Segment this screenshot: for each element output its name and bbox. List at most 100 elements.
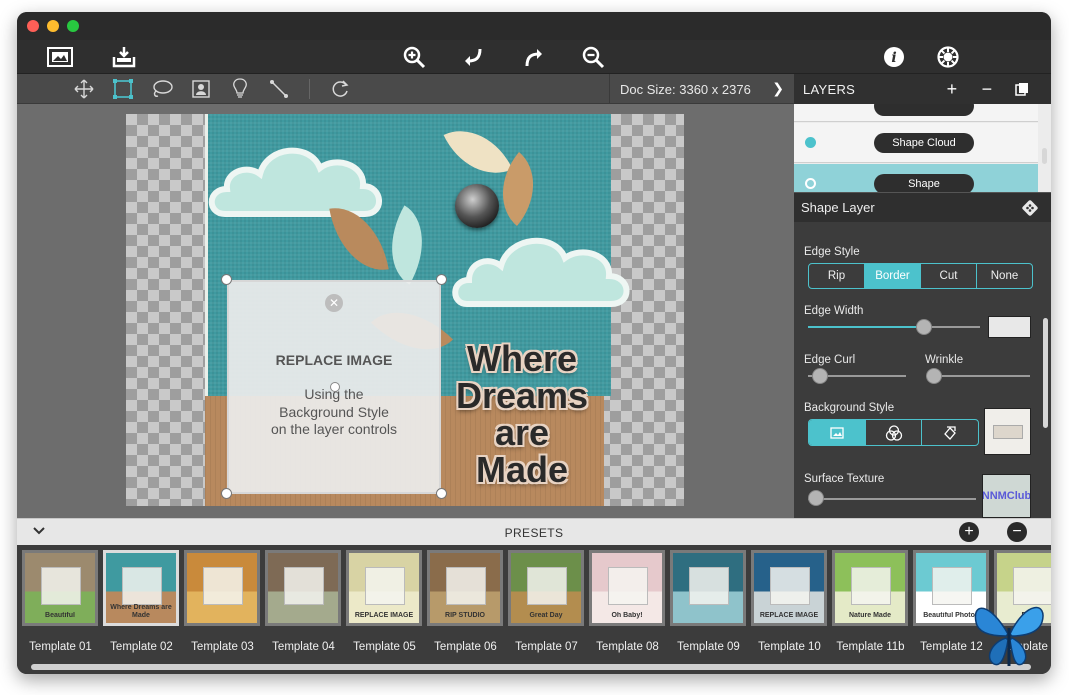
preset-name: Template 08: [596, 641, 659, 653]
preset-thumbnail[interactable]: [265, 550, 341, 626]
dice-icon[interactable]: [1021, 199, 1039, 220]
image-icon[interactable]: [809, 420, 866, 445]
duplicate-layer-icon[interactable]: [1011, 78, 1033, 100]
edge-width-label: Edge Width: [804, 305, 864, 317]
background-style-segmented[interactable]: [808, 419, 979, 446]
preset-thumbnail[interactable]: Beautiful: [22, 550, 98, 626]
preset-thumbnail-frame: [122, 567, 162, 605]
properties-scrollbar[interactable]: [1043, 318, 1048, 428]
cloud-shape-left[interactable]: [205, 134, 395, 224]
preset-thumbnail[interactable]: REPLACE IMAGE: [346, 550, 422, 626]
preset-thumbnail[interactable]: Where Dreams are Made: [103, 550, 179, 626]
resize-handle-top-left[interactable]: [221, 274, 232, 285]
preset-thumbnail[interactable]: REPLACE IMAGE: [751, 550, 827, 626]
layers-scrollbar[interactable]: [1042, 148, 1047, 164]
minimize-window-button[interactable]: [47, 20, 59, 32]
light-tool-icon[interactable]: [226, 75, 254, 103]
line-tool-icon[interactable]: [265, 75, 293, 103]
layer-row-shape[interactable]: Shape: [794, 164, 1038, 192]
text-art[interactable]: Where Dreams are Made: [447, 340, 597, 488]
cloud-shape-right[interactable]: [449, 222, 639, 314]
preset-name: Template 10: [758, 641, 821, 653]
edge-color-swatch[interactable]: [988, 316, 1031, 338]
presets-strip[interactable]: Beautiful Template 01 Where Dreams are Mad…: [17, 545, 1051, 674]
preset-thumbnail-frame: [203, 567, 243, 605]
lasso-tool-icon[interactable]: [148, 75, 176, 103]
preset-thumbnail[interactable]: Great Day: [508, 550, 584, 626]
center-handle[interactable]: [330, 382, 340, 392]
zoom-in-icon[interactable]: [399, 42, 429, 72]
thumbnail-preview: [993, 425, 1023, 439]
wrinkle-knob[interactable]: [926, 368, 942, 384]
preset-thumbnail[interactable]: Nature Made: [832, 550, 908, 626]
edge-style-cut[interactable]: Cut: [921, 264, 977, 288]
resize-handle-bottom-right[interactable]: [436, 488, 447, 499]
surface-texture-label: Surface Texture: [804, 473, 885, 485]
preset-thumbnail[interactable]: Oh Baby!: [589, 550, 665, 626]
right-panel: LAYERS + − Shape Cloud Shape Shape Layer: [794, 74, 1051, 518]
surface-texture-slider[interactable]: [808, 498, 976, 500]
remove-image-icon[interactable]: ✕: [325, 294, 343, 312]
portrait-tool-icon[interactable]: [187, 75, 215, 103]
redo-icon[interactable]: [519, 42, 549, 72]
canvas-area[interactable]: Where Dreams are Made ✕ REPLACE IMAGE Us…: [17, 104, 794, 518]
select-tool-icon[interactable]: [109, 75, 137, 103]
layers-title: LAYERS: [803, 81, 856, 97]
presets-scrollbar[interactable]: [31, 664, 1031, 670]
preset-thumbnail-caption: Beautiful: [45, 612, 75, 619]
wrinkle-label: Wrinkle: [925, 354, 964, 366]
layer-pill: [874, 104, 974, 116]
add-layer-button[interactable]: +: [941, 78, 963, 100]
remove-preset-button[interactable]: −: [1007, 522, 1027, 542]
undo-icon[interactable]: [458, 42, 488, 72]
edge-style-segmented[interactable]: Rip Border Cut None: [808, 263, 1033, 289]
edge-style-border[interactable]: Border: [865, 264, 921, 288]
edge-width-slider[interactable]: [808, 326, 980, 328]
surface-texture-knob[interactable]: [808, 490, 824, 506]
move-tool-icon[interactable]: [70, 75, 98, 103]
surface-texture-swatch[interactable]: NNMClub: [982, 474, 1031, 518]
shape-layer-header: Shape Layer: [794, 192, 1051, 222]
info-icon[interactable]: i: [879, 42, 909, 72]
rotate-tool-icon[interactable]: [326, 75, 354, 103]
layer-row-shape-cloud[interactable]: Shape Cloud: [794, 123, 1038, 163]
resize-handle-top-right[interactable]: [436, 274, 447, 285]
resize-handle-bottom-left[interactable]: [221, 488, 232, 499]
zoom-window-button[interactable]: [67, 20, 79, 32]
image-icon[interactable]: [44, 42, 76, 72]
preset-thumbnail-caption: Where Dreams are Made: [110, 604, 172, 619]
preset-thumbnail[interactable]: [670, 550, 746, 626]
preset-thumbnail[interactable]: RIP STUDIO: [427, 550, 503, 626]
fill-bucket-icon[interactable]: [922, 420, 978, 445]
close-window-button[interactable]: [27, 20, 39, 32]
layers-list[interactable]: Shape Cloud Shape: [794, 104, 1051, 192]
settings-icon[interactable]: [933, 42, 963, 72]
preset-thumbnail-frame: [527, 567, 567, 605]
instruction-line: Background Style: [279, 403, 389, 420]
edge-style-rip[interactable]: Rip: [809, 264, 865, 288]
button-ornament[interactable]: [455, 184, 499, 228]
background-image-thumbnail[interactable]: [984, 408, 1031, 455]
edge-style-none[interactable]: None: [977, 264, 1032, 288]
preset-thumbnail-frame: [41, 567, 81, 605]
add-preset-button[interactable]: +: [959, 522, 979, 542]
preset-thumbnail-frame: [689, 567, 729, 605]
svg-text:i: i: [891, 50, 896, 66]
background-style-label: Background Style: [804, 402, 895, 414]
edge-curl-knob[interactable]: [812, 368, 828, 384]
replace-image-placeholder[interactable]: ✕ REPLACE IMAGE Using the Background Sty…: [227, 280, 441, 494]
edge-width-knob[interactable]: [916, 319, 932, 335]
preset-thumbnail[interactable]: [184, 550, 260, 626]
layer-visibility-dot[interactable]: [805, 137, 816, 148]
text-art-line: Dreams: [455, 375, 589, 416]
zoom-out-icon[interactable]: [578, 42, 608, 72]
layer-row[interactable]: [794, 104, 1038, 122]
chevron-right-icon[interactable]: ❯: [772, 80, 784, 97]
save-download-icon[interactable]: [109, 42, 139, 72]
blend-circles-icon[interactable]: [866, 420, 923, 445]
layer-visibility-dot[interactable]: [805, 178, 816, 189]
presets-bar: PRESETS + −: [17, 518, 1051, 545]
remove-layer-button[interactable]: −: [976, 78, 998, 100]
presets-title: PRESETS: [504, 526, 564, 540]
title-bar: [17, 12, 1051, 40]
